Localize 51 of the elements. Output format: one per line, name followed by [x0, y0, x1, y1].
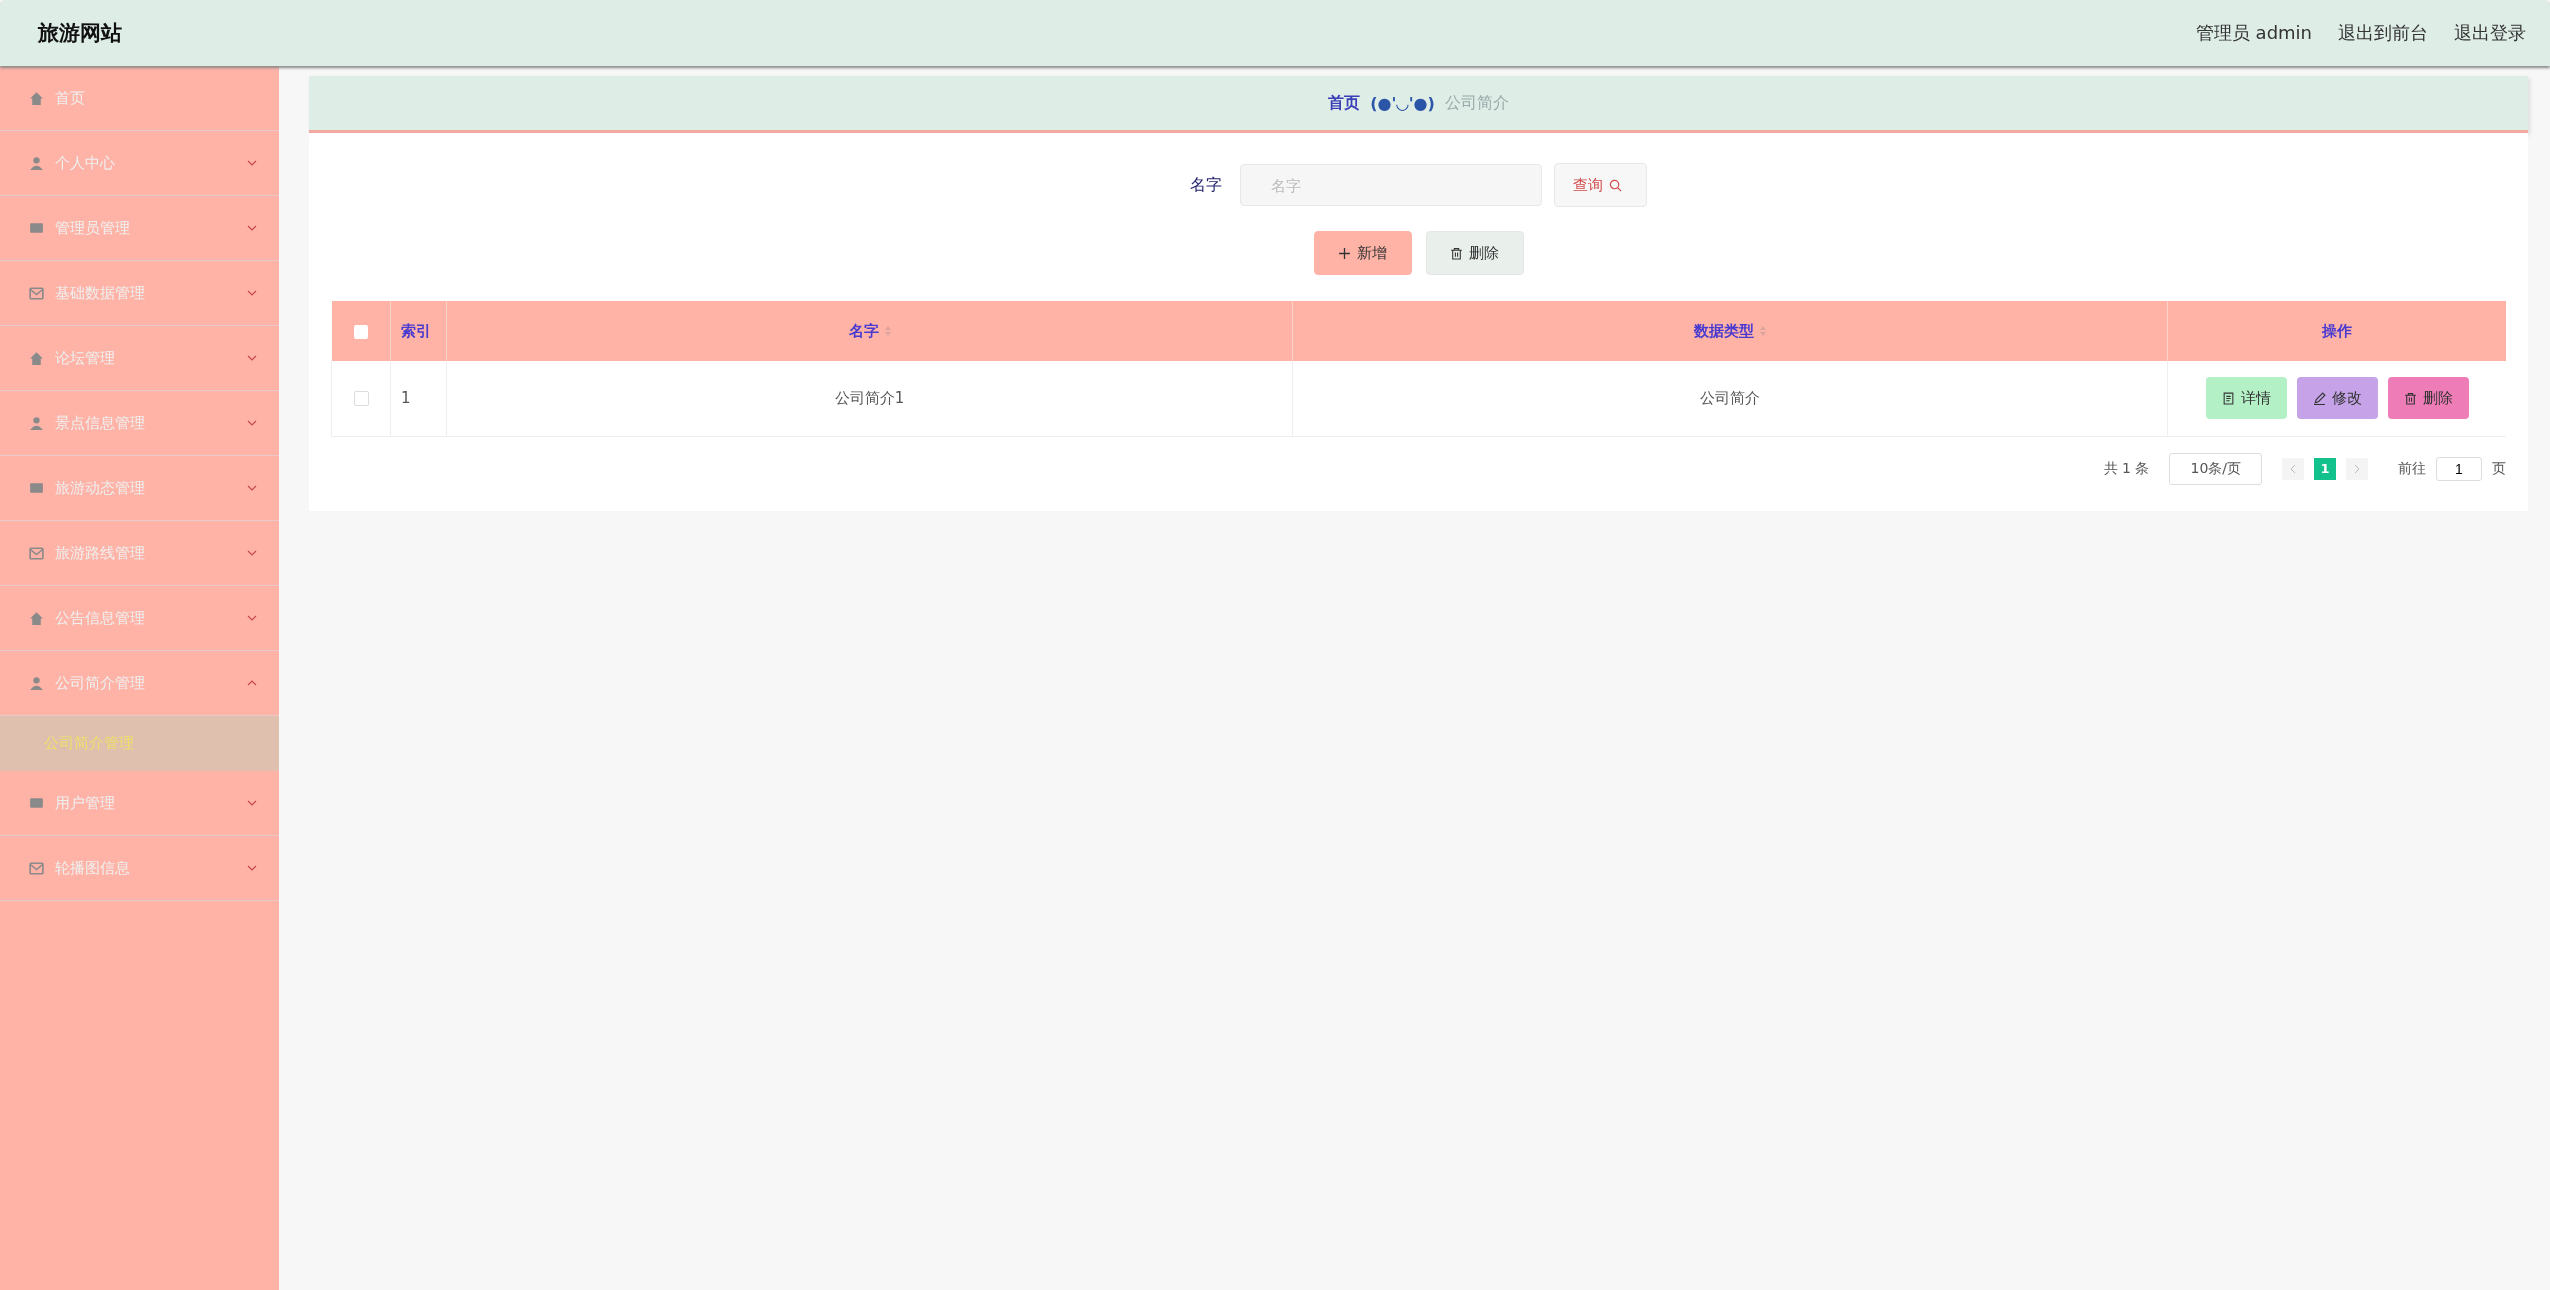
menu-icon	[28, 349, 45, 367]
menu-icon	[28, 154, 45, 172]
delete-button[interactable]: 删除	[2387, 377, 2469, 420]
pencil-icon	[2312, 391, 2326, 405]
prev-page-button[interactable]	[2282, 457, 2304, 480]
table-cell: 公司简介1	[834, 388, 905, 407]
column-header[interactable]: 数据类型	[1694, 321, 1755, 340]
plus-icon	[1338, 246, 1351, 260]
column-header[interactable]: 操作	[2322, 321, 2352, 340]
search-icon	[1609, 178, 1622, 192]
menu-icon	[28, 414, 45, 432]
table-cell: 1	[401, 389, 411, 408]
menu-icon	[28, 284, 45, 302]
chevron-right-icon	[2354, 463, 2360, 474]
edit-button[interactable]: 修改	[2296, 377, 2378, 420]
page-input[interactable]: 1	[2436, 456, 2482, 481]
menu-icon	[28, 859, 45, 877]
menu-icon	[28, 89, 45, 107]
delete-button[interactable]: 删除	[1425, 231, 1524, 275]
header-link[interactable]: 退出登录	[2454, 21, 2526, 45]
column-header[interactable]: 名字	[848, 321, 879, 340]
breadcrumb-link[interactable]: 首页	[1328, 92, 1361, 114]
page-button[interactable]: 1	[2314, 457, 2336, 480]
field-label: 名字	[1190, 174, 1222, 196]
search-field[interactable]: 名字	[1240, 164, 1542, 206]
table-cell: 公司简介	[1700, 388, 1761, 407]
chevron-left-icon	[2290, 463, 2296, 474]
select-all-checkbox[interactable]	[353, 324, 368, 339]
details-button[interactable]: 详情	[2205, 377, 2287, 420]
sort-icon[interactable]	[1760, 325, 1767, 336]
goto-label: 前往	[2398, 459, 2426, 478]
column-header[interactable]: 索引	[401, 321, 431, 340]
page-suffix: 页	[2492, 459, 2506, 478]
sort-icon[interactable]	[884, 325, 891, 336]
document-icon	[2221, 391, 2235, 405]
add-button[interactable]: 新增	[1313, 231, 1412, 275]
page-size-select[interactable]: 10条/页	[2169, 452, 2262, 485]
menu-icon	[28, 544, 45, 562]
next-page-button[interactable]	[2346, 457, 2368, 480]
user-label: 管理员 admin	[2195, 21, 2312, 45]
menu-icon	[28, 609, 45, 627]
search-button[interactable]: 查询	[1554, 163, 1647, 207]
breadcrumb-current: 公司简介	[1444, 92, 1509, 114]
row-checkbox[interactable]	[353, 391, 369, 407]
trash-icon	[1450, 246, 1463, 260]
header-link[interactable]: 退出到前台	[2338, 21, 2428, 45]
total-count: 共 1 条	[2103, 459, 2150, 478]
site-title: 旅游网站	[38, 20, 122, 47]
menu-icon	[28, 674, 45, 692]
breadcrumb-separator: (●'◡'●)	[1370, 93, 1435, 113]
trash-icon	[2403, 391, 2417, 405]
